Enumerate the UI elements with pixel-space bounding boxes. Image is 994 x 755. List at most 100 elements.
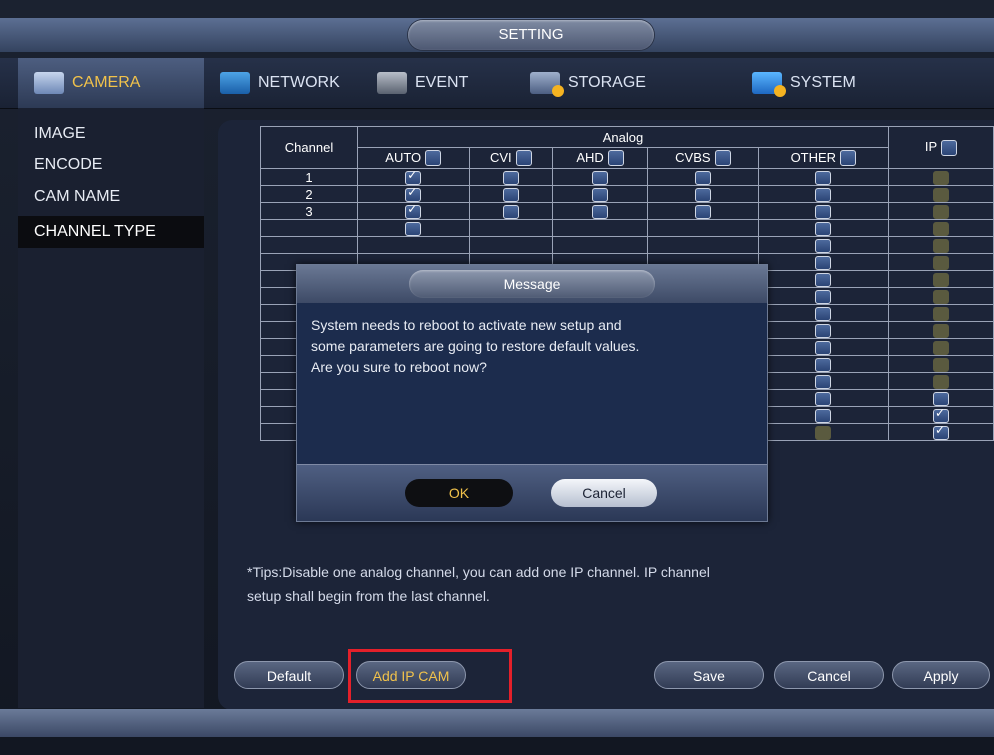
col-auto-label: AUTO: [385, 149, 422, 165]
tips-line: setup shall begin from the last channel.: [247, 588, 490, 604]
other-checkbox[interactable]: [815, 170, 832, 185]
dialog-title: Message: [409, 270, 655, 298]
cvi-all-checkbox[interactable]: [515, 150, 532, 167]
table-row: 1: [260, 168, 994, 186]
cancel-button[interactable]: Cancel: [774, 661, 884, 689]
auto-checkbox[interactable]: [405, 168, 422, 185]
dialog-header: Message: [297, 265, 767, 303]
col-cvi-label: CVI: [489, 149, 512, 165]
dialog-message-line: Are you sure to reboot now?: [311, 359, 487, 375]
other-checkbox[interactable]: [815, 221, 832, 236]
cvi-checkbox[interactable]: [502, 204, 519, 219]
apply-button[interactable]: Apply: [892, 661, 990, 689]
save-button[interactable]: Save: [654, 661, 764, 689]
ip-all-checkbox[interactable]: [941, 139, 958, 156]
other-all-checkbox[interactable]: [840, 150, 857, 167]
system-icon: [752, 72, 786, 97]
other-checkbox: [815, 425, 832, 440]
ip-checkbox: [933, 272, 949, 287]
menu-system[interactable]: SYSTEM: [752, 58, 856, 108]
ip-checkbox: [933, 340, 949, 355]
ip-checkbox: [933, 289, 949, 304]
ip-checkbox: [933, 374, 949, 389]
ahd-checkbox[interactable]: [592, 204, 609, 219]
other-checkbox[interactable]: [815, 323, 832, 338]
col-auto: AUTO: [357, 147, 470, 169]
cvbs-all-checkbox[interactable]: [714, 150, 731, 167]
table-row: 3: [260, 202, 994, 220]
other-checkbox[interactable]: [815, 391, 832, 406]
auto-checkbox[interactable]: [405, 185, 422, 202]
other-checkbox[interactable]: [815, 272, 832, 287]
col-channel: Channel: [260, 126, 358, 169]
dialog-message-line: System needs to reboot to activate new s…: [311, 317, 622, 333]
message-dialog: Message System needs to reboot to activa…: [296, 264, 768, 522]
ip-checkbox[interactable]: [933, 423, 949, 440]
ip-checkbox[interactable]: [933, 391, 949, 406]
ahd-all-checkbox[interactable]: [607, 150, 624, 167]
cvbs-checkbox[interactable]: [694, 204, 711, 219]
menu-system-label: SYSTEM: [790, 74, 856, 91]
menu-camera[interactable]: CAMERA: [18, 58, 204, 108]
cvi-checkbox[interactable]: [502, 170, 519, 185]
other-checkbox[interactable]: [815, 204, 832, 219]
page-title: SETTING: [408, 20, 654, 50]
col-cvbs-label: CVBS: [675, 149, 711, 165]
menu-network[interactable]: NETWORK: [220, 58, 340, 108]
other-checkbox[interactable]: [815, 357, 832, 372]
menu-event[interactable]: EVENT: [377, 58, 468, 108]
menu-storage-label: STORAGE: [568, 74, 646, 91]
dialog-message: System needs to reboot to activate new s…: [311, 315, 751, 378]
channel-number: 3: [260, 202, 358, 220]
camera-icon: [34, 72, 64, 94]
sidebar-item-image[interactable]: IMAGE: [18, 118, 204, 150]
cvi-checkbox[interactable]: [502, 187, 519, 202]
ip-checkbox: [933, 238, 949, 253]
cvbs-checkbox[interactable]: [694, 170, 711, 185]
sidebar-item-cam-name[interactable]: CAM NAME: [18, 181, 204, 213]
cvbs-checkbox[interactable]: [694, 187, 711, 202]
col-ip-label: IP: [924, 139, 938, 155]
event-icon: [377, 72, 407, 94]
auto-all-checkbox[interactable]: [425, 150, 442, 167]
other-checkbox[interactable]: [815, 340, 832, 355]
sidebar-item-channel-type[interactable]: CHANNEL TYPE: [18, 216, 204, 248]
ip-checkbox: [933, 357, 949, 372]
ahd-checkbox[interactable]: [592, 187, 609, 202]
network-icon: [220, 72, 250, 94]
table-row: [260, 236, 994, 254]
col-cvbs: CVBS: [647, 147, 759, 169]
ip-checkbox: [933, 306, 949, 321]
auto-checkbox[interactable]: [405, 202, 422, 219]
sidebar-item-encode[interactable]: ENCODE: [18, 149, 204, 181]
ok-button[interactable]: OK: [405, 479, 513, 507]
ahd-checkbox[interactable]: [592, 170, 609, 185]
col-ahd: AHD: [552, 147, 649, 169]
col-group-analog: Analog: [357, 126, 889, 148]
channel-number: 1: [260, 168, 358, 186]
col-other: OTHER: [757, 147, 890, 169]
menu-storage[interactable]: STORAGE: [530, 58, 646, 108]
other-checkbox[interactable]: [815, 306, 832, 321]
other-checkbox[interactable]: [815, 238, 832, 253]
other-checkbox[interactable]: [815, 187, 832, 202]
default-button[interactable]: Default: [234, 661, 344, 689]
dialog-footer: OK Cancel: [297, 464, 767, 521]
other-checkbox[interactable]: [815, 289, 832, 304]
other-checkbox[interactable]: [815, 255, 832, 270]
ip-checkbox: [933, 170, 949, 185]
dialog-cancel-button[interactable]: Cancel: [551, 479, 657, 507]
channel-number: 2: [260, 185, 358, 203]
col-ahd-label: AHD: [576, 149, 604, 165]
col-other-label: OTHER: [790, 149, 837, 165]
highlight-box: [348, 649, 512, 703]
storage-icon: [530, 72, 564, 97]
menu-event-label: EVENT: [415, 74, 469, 91]
other-checkbox[interactable]: [815, 408, 832, 423]
ip-checkbox: [933, 323, 949, 338]
auto-checkbox[interactable]: [405, 221, 422, 236]
ip-checkbox[interactable]: [933, 406, 949, 423]
menu-camera-label: CAMERA: [72, 74, 141, 91]
tips-text: *Tips:Disable one analog channel, you ca…: [247, 560, 907, 608]
other-checkbox[interactable]: [815, 374, 832, 389]
